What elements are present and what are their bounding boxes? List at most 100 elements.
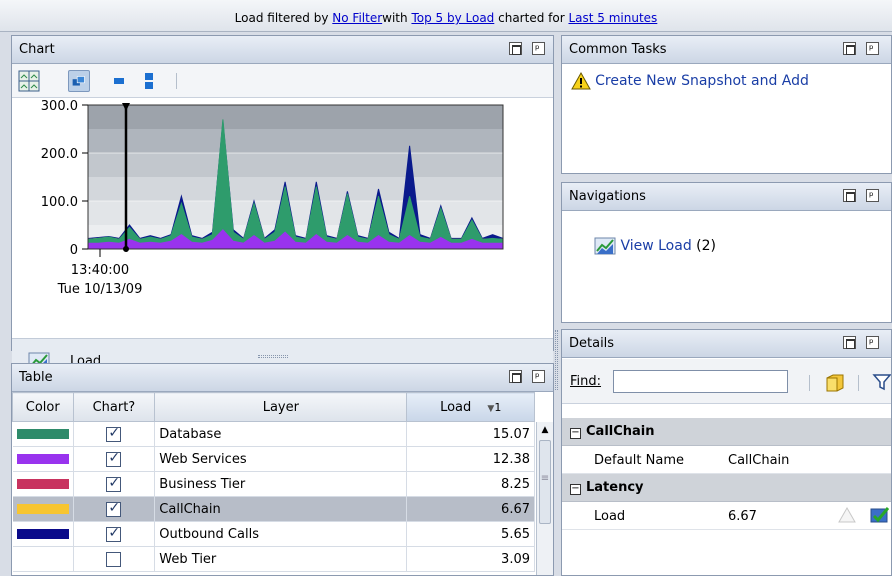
load-cell: 6.67 [406,496,535,522]
plot-background-band [88,105,503,130]
color-cell [12,496,74,522]
top-link[interactable]: Top 5 by Load [411,11,494,25]
pin-icon[interactable] [866,186,879,202]
time-range-link[interactable]: Last 5 minutes [568,11,657,25]
filter-link[interactable]: No Filter [332,11,382,25]
chart-panel: Chart 300.0 200.0 100.0 0 13:40:00 Tue 10/13/… [11,35,554,384]
details-group-header[interactable]: − CallChain [562,418,891,446]
maximize-icon[interactable] [509,370,522,383]
create-snapshot-task[interactable]: Create New Snapshot and Add [571,71,809,90]
table-panel-title: Table [19,370,53,385]
x-tick-time-label: 13:40:00 [71,263,129,278]
warning-icon [571,71,591,90]
folder-icon[interactable] [824,371,846,393]
column-header-layer[interactable]: Layer [154,392,408,422]
view-load-nav-item[interactable]: View Load (2) [594,236,716,256]
overlay-view-icon[interactable] [68,70,90,92]
load-header-label: Load [440,399,472,415]
create-snapshot-link[interactable]: Create New Snapshot and Add [595,73,809,89]
load-cell: 3.09 [406,546,535,572]
color-cell [12,471,74,497]
chart-checkbox-cell [73,421,156,447]
table-panel-header: Table [12,364,553,392]
y-tick-label: 200.0 [41,147,78,162]
y-tick-label: 0 [70,243,78,258]
load-cell: 8.25 [406,471,535,497]
table-panel: Table Color Chart? Layer Load ▼1 Databas… [11,363,554,576]
navigations-title: Navigations [569,189,646,204]
table-row[interactable]: Database15.07 [12,421,535,447]
maximize-icon[interactable] [843,42,856,55]
color-swatch[interactable] [16,429,69,439]
chart-checkbox[interactable] [106,425,122,442]
load-cell: 12.38 [406,446,535,472]
group-name: Latency [586,480,644,495]
collapse-icon[interactable]: − [570,484,581,495]
grid-view-icon[interactable] [18,70,40,92]
filter-icon[interactable] [872,372,892,392]
color-cell [12,446,74,472]
chart-checkbox[interactable] [106,551,122,567]
plot-background-band [88,153,503,178]
column-header-color[interactable]: Color [12,392,74,422]
toolbar-separator [809,375,810,391]
chart-checkbox[interactable] [106,450,122,467]
find-label: Find: [570,374,602,389]
y-tick-label: 300.0 [41,99,78,114]
pin-icon[interactable] [866,333,879,349]
chart-checkbox-cell [73,471,156,497]
pin-icon[interactable] [532,367,545,383]
splitter-grip[interactable] [555,330,558,390]
table-scrollbar[interactable]: ▲ ≡ [536,422,553,575]
table-row[interactable]: Outbound Calls5.65 [12,521,535,547]
pin-icon[interactable] [866,39,879,55]
color-swatch[interactable] [16,504,69,514]
toolbar-separator [176,73,177,89]
table-row[interactable]: Web Services12.38 [12,446,535,472]
chart-checkbox-cell [73,446,156,472]
load-cell: 5.65 [406,521,535,547]
scroll-thumb[interactable]: ≡ [539,440,551,524]
chart-checkbox-cell [73,496,156,522]
column-header-chart[interactable]: Chart? [72,392,156,422]
view-load-link[interactable]: View Load [620,238,691,254]
filter-with-text: with [382,11,408,25]
chart-checkbox[interactable] [106,500,122,517]
chart-toolbar [12,64,553,98]
find-toolbar: Find: [562,359,891,404]
table-row[interactable]: Web Tier 3.09 [12,546,535,572]
chart-panel-header: Chart [12,36,553,64]
color-swatch[interactable] [16,479,69,489]
maximize-icon[interactable] [843,336,856,349]
chart-checkbox[interactable] [106,525,122,542]
load-chart-icon [594,237,616,255]
chart-check-icon[interactable] [870,505,890,525]
details-group-header[interactable]: − Latency [562,474,891,502]
table-row[interactable]: Business Tier8.25 [12,471,535,497]
load-chart[interactable]: 300.0 200.0 100.0 0 13:40:00 Tue 10/13/09 [12,99,553,337]
filter-bar: Load filtered by No Filterwith Top 5 by … [0,0,892,32]
maximize-icon[interactable] [509,42,522,55]
filter-prefix: Load filtered by [234,11,329,25]
find-input[interactable] [613,370,788,393]
chart-checkbox[interactable] [106,475,122,492]
details-header: Details [562,330,891,358]
collapse-icon[interactable]: − [570,428,581,439]
plot-background-band [88,129,503,154]
warning-outline-icon[interactable] [838,506,856,524]
scroll-up-icon[interactable]: ▲ [537,422,553,438]
table-row[interactable]: CallChain6.67 [12,496,535,522]
color-swatch[interactable] [16,529,69,539]
layer-cell: Outbound Calls [154,521,408,547]
navigations-header: Navigations [562,183,891,211]
column-header-load[interactable]: Load ▼1 [406,392,535,422]
pin-icon[interactable] [532,39,545,55]
stacked-view-icon[interactable] [138,70,160,92]
chart-checkbox-cell [73,521,156,547]
color-swatch[interactable] [16,454,69,464]
single-view-icon[interactable] [108,70,130,92]
splitter-grip[interactable] [258,355,288,358]
maximize-icon[interactable] [843,189,856,202]
common-tasks-header: Common Tasks [562,36,891,64]
common-tasks-title: Common Tasks [569,42,667,57]
